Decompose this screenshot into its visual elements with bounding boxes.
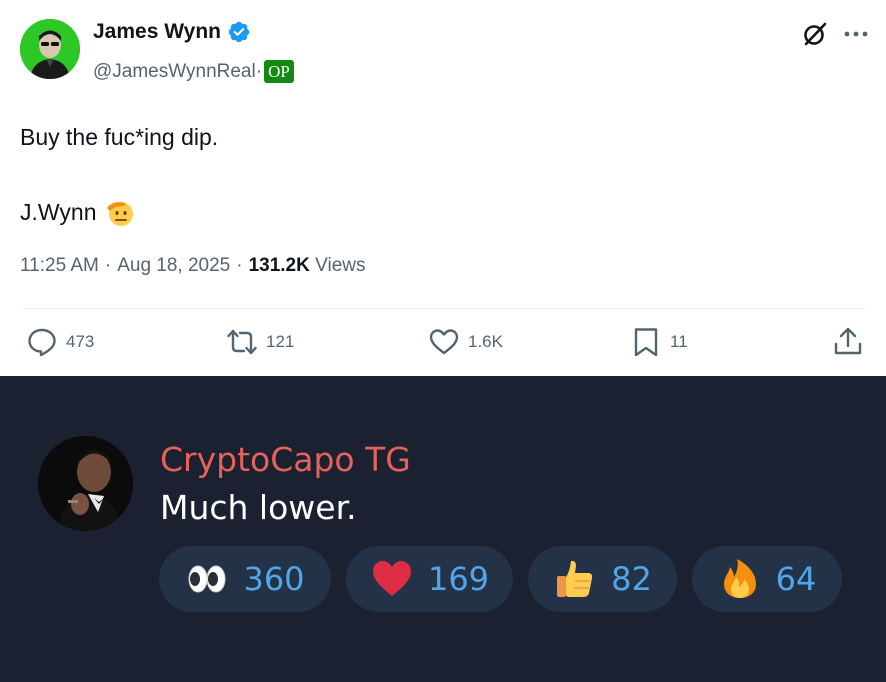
- bookmark-icon: [634, 328, 658, 357]
- tweet-meta: 11:25 AM · Aug 18, 2025 · 131.2K Views: [20, 255, 365, 277]
- tweet-date[interactable]: Aug 18, 2025: [117, 255, 230, 277]
- views-label: Views: [315, 255, 366, 276]
- reply-count: 473: [66, 332, 95, 351]
- retweet-button[interactable]: 121: [226, 326, 294, 358]
- message-text: Much lower.: [160, 488, 357, 527]
- more-options-icon[interactable]: [843, 30, 869, 38]
- tweet-signature-line: J.Wynn: [20, 196, 136, 228]
- thumbs-up-emoji-icon: [557, 560, 593, 597]
- share-icon: [834, 327, 862, 355]
- retweet-icon: [227, 329, 257, 355]
- reply-icon: [28, 328, 56, 357]
- eyes-emoji-icon: [188, 565, 226, 593]
- author-name-row: James Wynn: [93, 20, 251, 44]
- tweet-time[interactable]: 11:25 AM: [20, 255, 99, 277]
- grok-icon[interactable]: [801, 20, 829, 48]
- author-avatar[interactable]: [20, 19, 80, 79]
- reaction-count: 82: [611, 560, 652, 598]
- divider: [20, 308, 866, 309]
- tweet-text-line1: Buy the fuc*ing dip.: [20, 124, 219, 150]
- telegram-message: CryptoCapo TG Much lower. 360 169 82 64: [0, 376, 886, 682]
- views-group[interactable]: 131.2K Views: [249, 255, 366, 277]
- avatar-image: [20, 19, 80, 79]
- like-count: 1.6K: [468, 332, 503, 351]
- bookmark-count: 11: [670, 332, 688, 351]
- op-badge: OP: [264, 60, 294, 83]
- saluting-face-emoji-icon: [107, 202, 134, 226]
- retweet-count: 121: [266, 332, 295, 351]
- tweet-text-line2: J.Wynn: [20, 198, 97, 225]
- sender-name[interactable]: CryptoCapo TG: [160, 440, 411, 479]
- sender-avatar[interactable]: [38, 436, 133, 531]
- verified-badge-icon: [228, 21, 250, 43]
- reaction-eyes[interactable]: 360: [159, 546, 331, 612]
- meta-dot: ·: [236, 255, 243, 276]
- like-button[interactable]: 1.6K: [428, 326, 503, 358]
- red-heart-emoji-icon: [372, 561, 411, 596]
- meta-dot: ·: [104, 255, 112, 276]
- bookmark-button[interactable]: 11: [630, 326, 688, 358]
- handle-separator: ·: [255, 60, 263, 82]
- author-handle-row: @JamesWynnReal · OP: [93, 60, 294, 83]
- author-handle[interactable]: @JamesWynnReal: [93, 61, 256, 83]
- heart-icon: [429, 329, 459, 355]
- tweet-actions-bar: 473 121 1.6K 11: [0, 326, 886, 362]
- tweet-card: James Wynn @JamesWynnReal · OP Buy the f…: [0, 0, 886, 376]
- sender-avatar-image: [38, 436, 133, 531]
- views-count: 131.2K: [248, 255, 310, 276]
- reaction-count: 169: [427, 560, 490, 598]
- reply-button[interactable]: 473: [26, 326, 94, 358]
- reaction-count: 360: [243, 560, 305, 598]
- reaction-count: 64: [775, 560, 817, 598]
- reaction-red-heart[interactable]: 169: [346, 546, 513, 612]
- fire-emoji-icon: [723, 559, 756, 598]
- reaction-thumbs-up[interactable]: 82: [528, 546, 677, 612]
- reaction-fire[interactable]: 64: [692, 546, 842, 612]
- author-display-name[interactable]: James Wynn: [93, 20, 221, 44]
- share-button[interactable]: [832, 326, 864, 358]
